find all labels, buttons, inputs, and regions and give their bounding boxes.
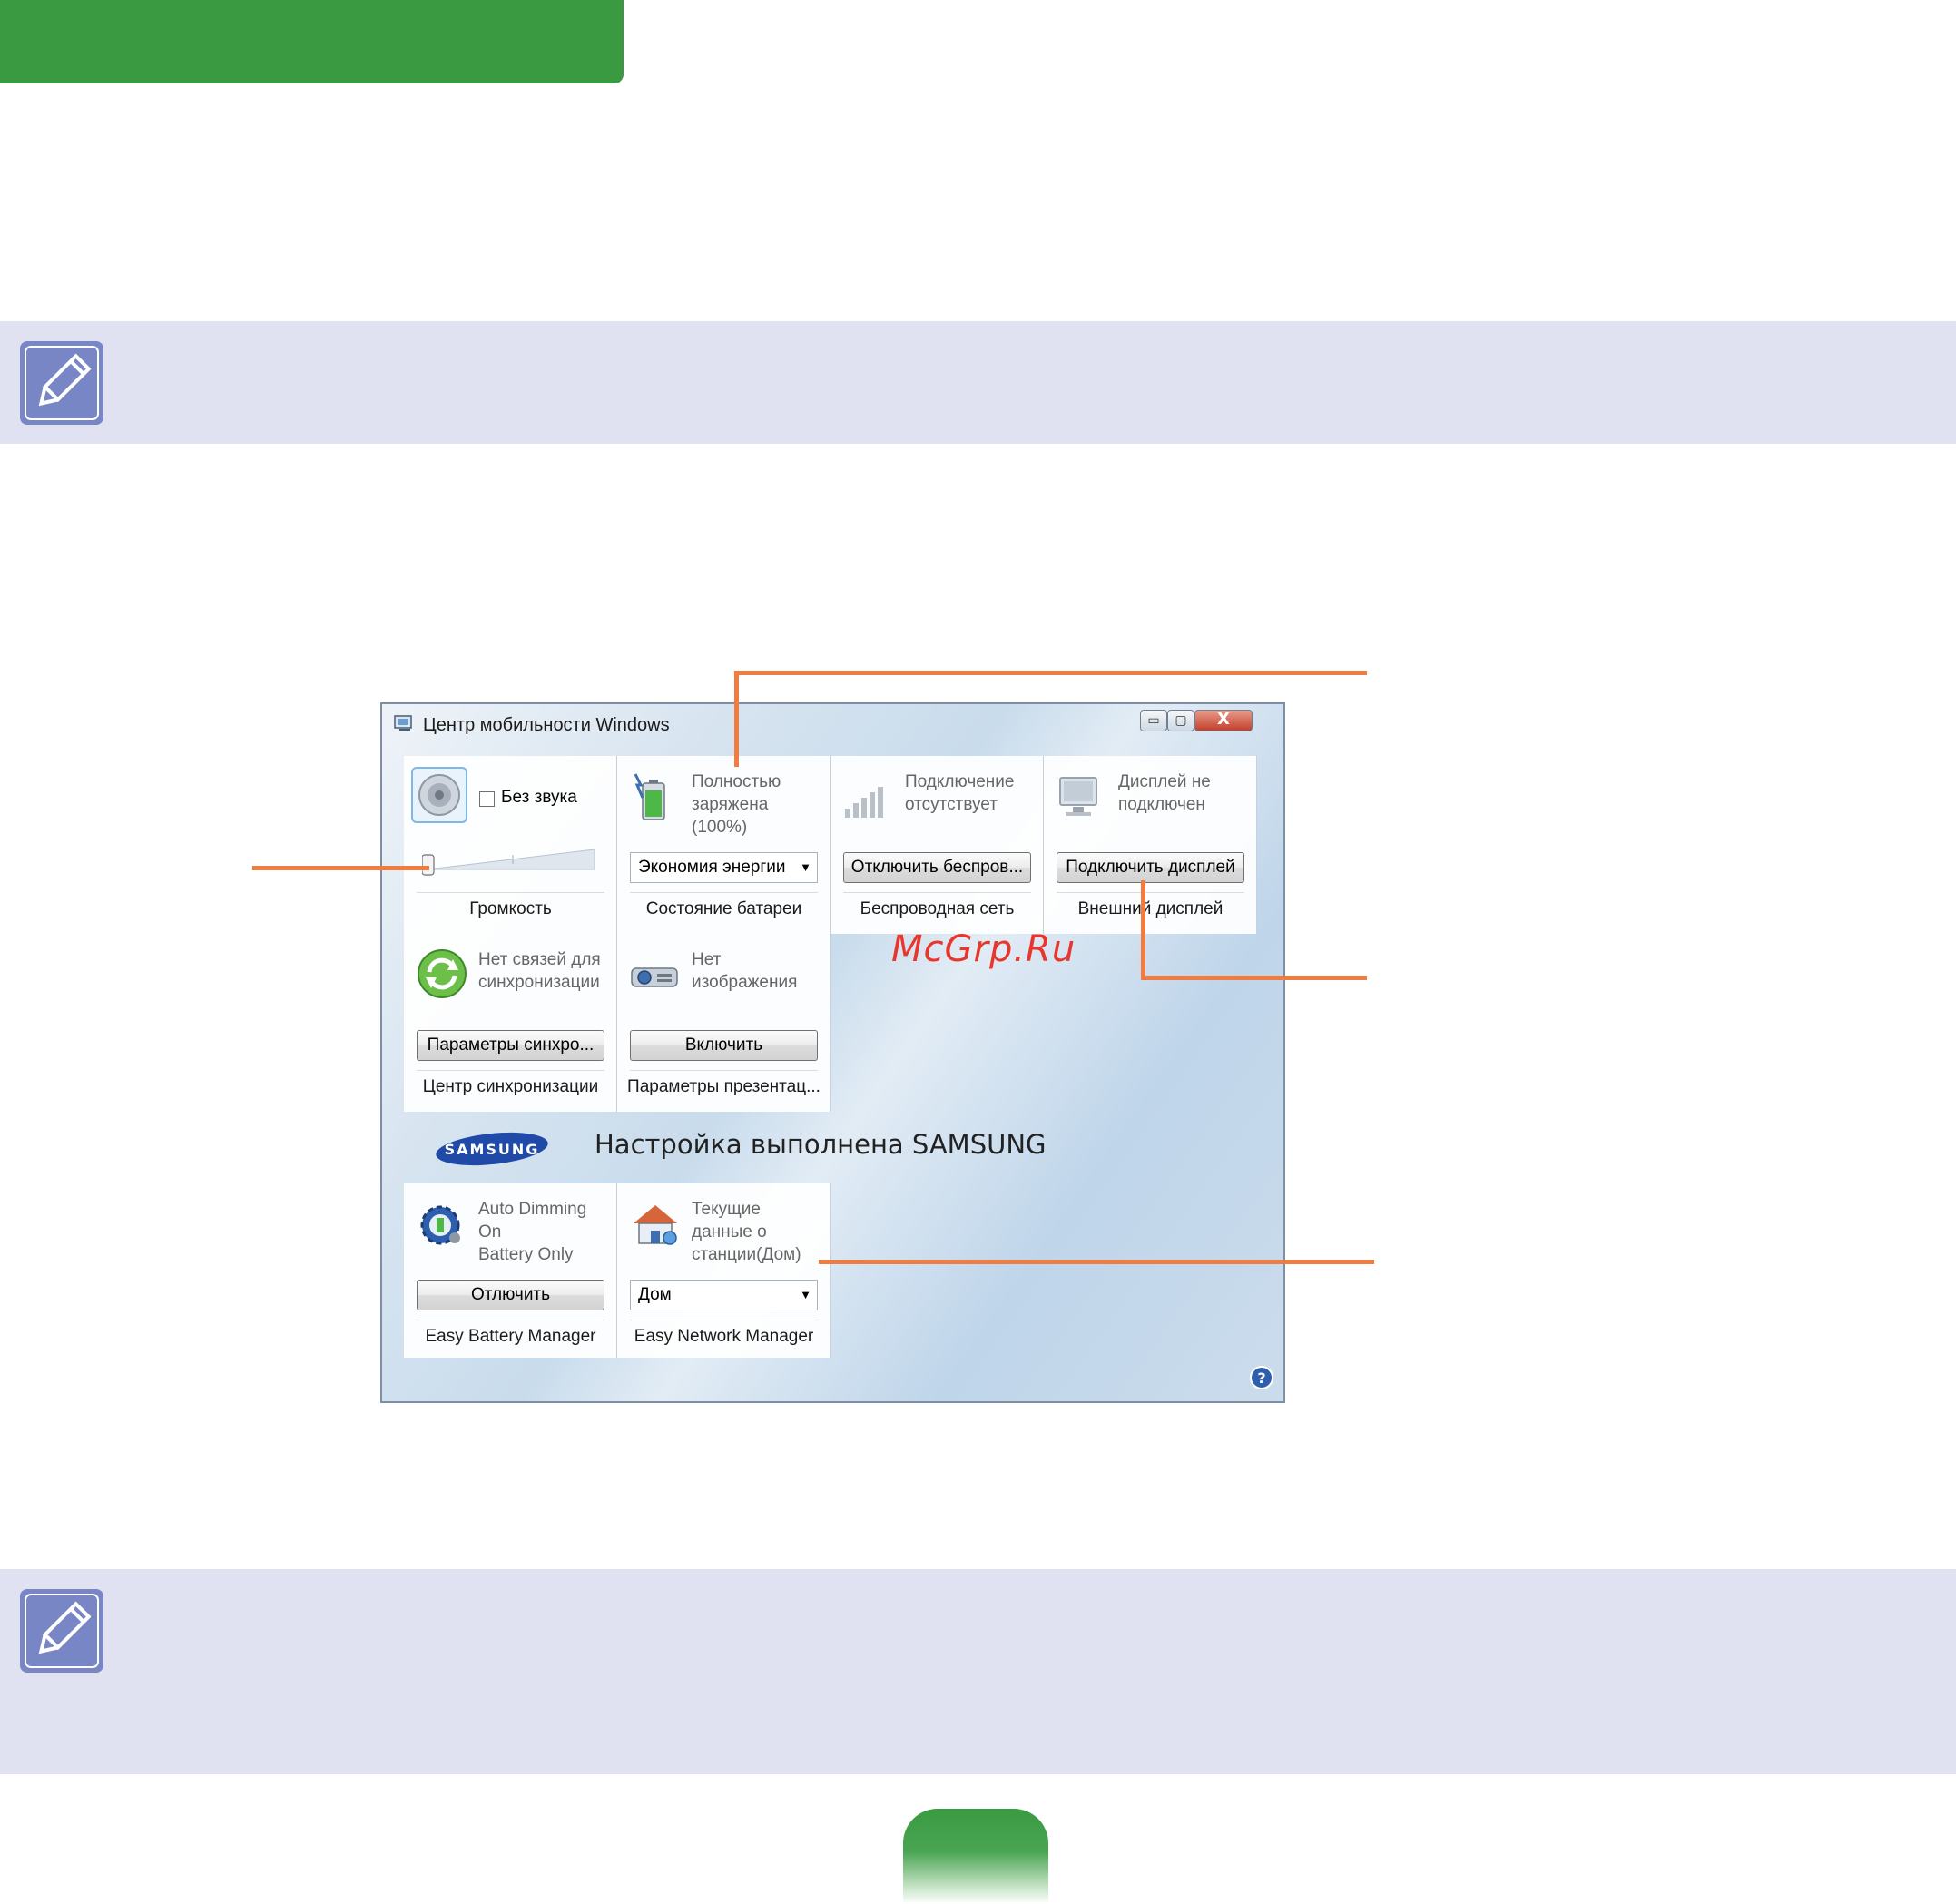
callout-line-volume	[252, 866, 429, 870]
watermark: McGrp.Ru	[891, 928, 1076, 970]
mute-checkbox-label: Без звука	[501, 788, 577, 807]
callout-line-battery-drop	[734, 671, 739, 767]
speaker-icon[interactable]	[411, 767, 467, 823]
power-plan-value: Экономия энергии	[638, 858, 786, 877]
power-plan-select[interactable]: Экономия энергии ▼	[630, 852, 818, 883]
callout-line-display-drop	[1141, 880, 1145, 980]
mute-checkbox[interactable]	[479, 791, 495, 807]
tile-footer-volume[interactable]: Громкость	[404, 899, 617, 919]
dropdown-arrow-icon: ▼	[800, 1288, 811, 1301]
section-header-bar	[0, 0, 624, 83]
wireless-status: Подключение отсутствует	[905, 772, 1015, 814]
tile-divider	[417, 892, 604, 893]
samsung-banner-text: Настройка выполнена SAMSUNG	[595, 1129, 1047, 1160]
tile-wireless: Подключение отсутствует Отключить беспро…	[831, 756, 1044, 934]
mobility-center-window: Центр мобильности Windows ▭ ▢ X Без звук…	[380, 702, 1285, 1403]
projector-icon[interactable]	[626, 945, 684, 1003]
sync-status: Нет связей для синхронизации	[478, 950, 601, 992]
monitor-icon[interactable]	[1053, 767, 1111, 825]
samsung-logo-icon: SAMSUNG	[436, 1132, 548, 1166]
tile-divider	[630, 892, 818, 893]
connect-display-button[interactable]: Подключить дисплей	[1057, 852, 1244, 883]
disable-auto-dimming-button[interactable]: Отлючить	[417, 1280, 604, 1310]
tile-footer-easy-battery[interactable]: Easy Battery Manager	[404, 1327, 617, 1347]
pencil-note-icon	[20, 1589, 103, 1673]
dropdown-arrow-icon: ▼	[800, 860, 811, 874]
tile-easy-network: Текущие данные о станции(Дом) Дом ▼ Easy …	[617, 1183, 831, 1358]
easy-battery-status: Auto Dimming On Battery Only	[478, 1200, 587, 1264]
tile-battery: Полностью заряжена (100%) Экономия энерг…	[617, 756, 831, 934]
maximize-button[interactable]: ▢	[1167, 710, 1194, 731]
callout-line-samsung	[819, 1260, 1374, 1264]
sync-icon[interactable]	[413, 945, 471, 1003]
tile-sync: Нет связей для синхронизации Параметры с…	[404, 934, 617, 1112]
network-location-value: Дом	[638, 1285, 672, 1304]
tile-footer-presentation[interactable]: Параметры презентац...	[617, 1077, 831, 1097]
tile-divider	[843, 892, 1031, 893]
presentation-status: Нет изображения	[692, 950, 798, 992]
enable-presentation-button[interactable]: Включить	[630, 1030, 818, 1061]
note-band-bottom	[0, 1569, 1956, 1774]
display-status: Дисплей не подключен	[1118, 772, 1211, 814]
battery-icon[interactable]	[626, 767, 684, 825]
note-band-top	[0, 321, 1956, 444]
tile-divider	[1057, 892, 1244, 893]
tile-presentation: Нет изображения Включить Параметры презе…	[617, 934, 831, 1112]
battery-gear-icon[interactable]	[413, 1194, 471, 1252]
tile-footer-easy-network[interactable]: Easy Network Manager	[617, 1327, 831, 1347]
tile-footer-display[interactable]: Внешний дисплей	[1044, 899, 1257, 919]
pencil-note-icon	[20, 341, 103, 425]
svg-text:?: ?	[1257, 1369, 1265, 1387]
tile-footer-wireless[interactable]: Беспроводная сеть	[831, 899, 1044, 919]
tile-easy-battery: Auto Dimming On Battery Only Отлючить Ea…	[404, 1183, 617, 1358]
mobility-center-icon	[394, 715, 412, 731]
minimize-button[interactable]: ▭	[1140, 710, 1167, 731]
tile-volume: Без звука Громкость	[404, 756, 617, 934]
callout-line-display	[1141, 976, 1367, 980]
tile-divider	[417, 1070, 604, 1071]
page-number-tab	[903, 1809, 1048, 1904]
window-title: Центр мобильности Windows	[423, 715, 670, 735]
sync-settings-button[interactable]: Параметры синхро...	[417, 1030, 604, 1061]
tile-footer-battery[interactable]: Состояние батареи	[617, 899, 831, 919]
callout-line-battery	[734, 671, 1367, 675]
help-icon[interactable]: ?	[1249, 1365, 1274, 1390]
home-network-icon[interactable]	[626, 1194, 684, 1252]
tile-divider	[630, 1070, 818, 1071]
battery-status: Полностью заряжена (100%)	[692, 772, 781, 837]
tile-footer-sync[interactable]: Центр синхронизации	[404, 1077, 617, 1097]
close-button[interactable]: X	[1194, 710, 1253, 731]
signal-bars-icon[interactable]	[840, 767, 898, 825]
volume-slider-thumb[interactable]	[422, 854, 435, 876]
easy-network-status: Текущие данные о станции(Дом)	[692, 1200, 801, 1264]
disable-wireless-button[interactable]: Отключить беспров...	[843, 852, 1031, 883]
network-location-select[interactable]: Дом ▼	[630, 1280, 818, 1310]
tile-display: Дисплей не подключен Подключить дисплей …	[1044, 756, 1257, 934]
volume-slider[interactable]	[422, 842, 599, 878]
samsung-logo-text: SAMSUNG	[445, 1141, 540, 1158]
